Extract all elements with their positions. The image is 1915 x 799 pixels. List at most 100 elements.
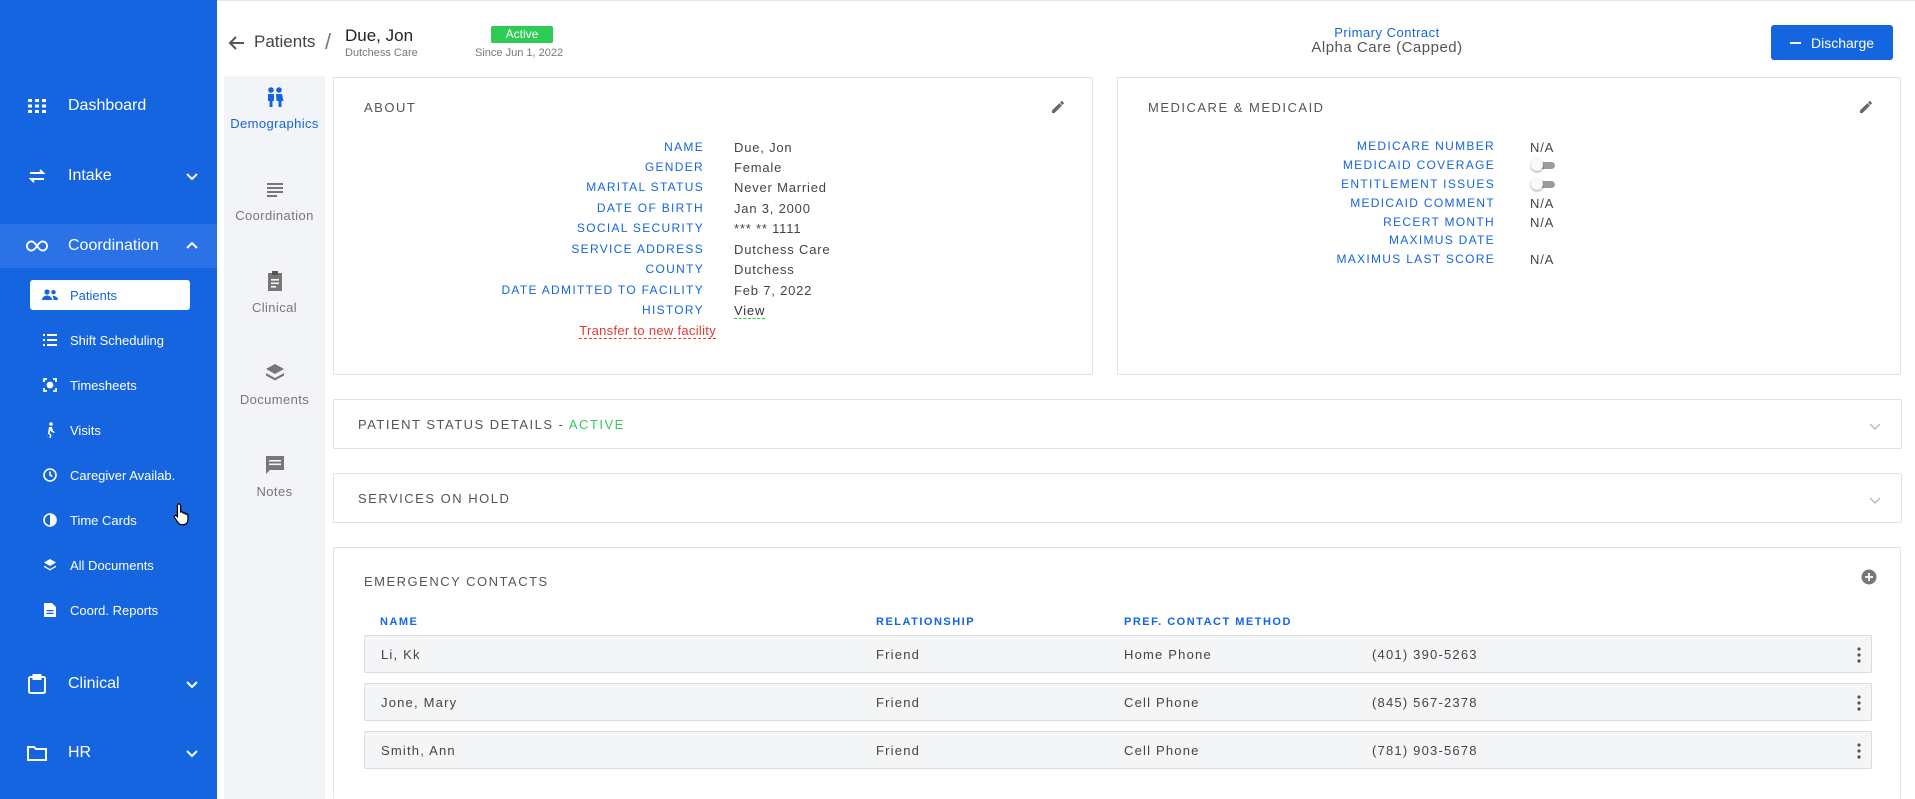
field-label: SERVICE ADDRESS [571, 242, 704, 256]
transfer-facility-link[interactable]: Transfer to new facility [579, 323, 716, 339]
field-value: N/A [1530, 140, 1555, 155]
list-icon [42, 332, 58, 348]
contact-phone: (845) 567-2378 [1372, 695, 1478, 710]
field-label: NAME [664, 140, 704, 154]
patient-status-accordion[interactable]: PATIENT STATUS DETAILS - ACTIVE [333, 399, 1902, 449]
history-view-link[interactable]: View [734, 303, 766, 319]
field-value: Feb 7, 2022 [734, 283, 813, 298]
discharge-label: Discharge [1810, 34, 1875, 51]
sidebar-item-coordination[interactable]: Coordination [0, 224, 217, 268]
tab-coordination[interactable]: Coordination [224, 178, 325, 223]
tab-label: Documents [239, 392, 310, 407]
primary-contract-label: Primary Contract [1334, 25, 1440, 40]
field-label: DATE OF BIRTH [596, 201, 704, 215]
contact-method: Home Phone [1124, 647, 1212, 662]
folder-icon [26, 742, 48, 764]
sidebar-item-label: Intake [68, 167, 112, 184]
patient-subnav: Demographics Coordination Clinical Docum… [224, 76, 325, 799]
swap-icon [26, 165, 48, 187]
chevron-down-icon [186, 750, 198, 758]
sidebar-sub-all-documents[interactable]: All Documents [30, 550, 190, 580]
clipboard-icon [26, 673, 48, 695]
table-row[interactable]: Jone, Mary Friend Cell Phone (845) 567-2… [364, 683, 1872, 721]
more-options-icon[interactable] [1857, 695, 1861, 711]
layers-icon [42, 557, 58, 573]
sidebar-sub-coord-reports[interactable]: Coord. Reports [30, 595, 190, 625]
contact-name: Smith, Ann [381, 743, 456, 758]
tab-documents[interactable]: Documents [224, 362, 325, 407]
field-label: RECERT MONTH [1383, 215, 1495, 229]
services-on-hold-accordion[interactable]: SERVICES ON HOLD [333, 473, 1902, 523]
tab-label: Coordination [235, 208, 314, 223]
field-value: Never Married [734, 180, 827, 195]
clipboard-icon [267, 271, 282, 291]
sidebar-sub-time-cards[interactable]: Time Cards [30, 505, 190, 535]
chevron-down-icon [186, 173, 198, 181]
edit-icon[interactable] [1050, 99, 1066, 115]
sidebar-sub-label: Timesheets [70, 377, 137, 393]
clock-icon [42, 467, 58, 483]
add-contact-icon[interactable] [1861, 569, 1877, 585]
status-badge: Active [491, 26, 553, 43]
contact-relationship: Friend [876, 647, 921, 662]
sidebar-item-label: Clinical [68, 675, 120, 692]
more-options-icon[interactable] [1857, 647, 1861, 663]
field-label: HISTORY [641, 303, 704, 317]
field-label: SOCIAL SECURITY [576, 221, 704, 235]
tab-demographics[interactable]: Demographics [224, 86, 325, 131]
patient-name: Due, Jon [345, 26, 414, 45]
field-value: N/A [1530, 252, 1555, 267]
primary-contract-value: Alpha Care (Capped) [1311, 39, 1463, 56]
grid-icon [26, 95, 48, 117]
medicare-title: MEDICARE & MEDICAID [1148, 100, 1325, 115]
status-active-label: ACTIVE [568, 417, 625, 432]
report-icon [42, 602, 58, 618]
field-label: MEDICAID COVERAGE [1342, 158, 1495, 172]
sidebar-item-clinical[interactable]: Clinical [0, 666, 217, 702]
tab-clinical[interactable]: Clinical [224, 270, 325, 315]
more-options-icon[interactable] [1857, 743, 1861, 759]
contact-method: Cell Phone [1124, 743, 1200, 758]
contact-relationship: Friend [876, 743, 921, 758]
contact-phone: (401) 390-5263 [1372, 647, 1478, 662]
contact-relationship: Friend [876, 695, 921, 710]
edit-icon[interactable] [1858, 99, 1874, 115]
contact-method: Cell Phone [1124, 695, 1200, 710]
sidebar-sub-timesheets[interactable]: Timesheets [30, 370, 190, 400]
entitlement-issues-toggle[interactable] [1531, 178, 1555, 190]
sidebar-item-intake[interactable]: Intake [0, 158, 217, 194]
back-arrow-icon[interactable] [227, 33, 247, 53]
chevron-down-icon [1869, 497, 1881, 505]
sidebar-sub-label: Coord. Reports [70, 602, 159, 618]
sidebar-sub-label: Caregiver Availab. [70, 467, 176, 483]
table-row[interactable]: Smith, Ann Friend Cell Phone (781) 903-5… [364, 731, 1872, 769]
chevron-down-icon [186, 681, 198, 689]
sidebar-sub-patients[interactable]: Patients [30, 280, 190, 310]
infinity-icon [26, 235, 48, 257]
medicaid-coverage-toggle[interactable] [1531, 159, 1555, 171]
tab-label: Demographics [230, 116, 319, 131]
sidebar-sub-label: Visits [70, 422, 101, 438]
about-title: ABOUT [364, 100, 417, 115]
sidebar-item-label: HR [68, 744, 92, 761]
breadcrumb-patients[interactable]: Patients [254, 32, 315, 52]
status-since: Since Jun 1, 2022 [475, 47, 564, 59]
about-card: ABOUT NAME Due, Jon GENDER Female MARITA… [333, 77, 1093, 375]
layers-icon [265, 364, 284, 381]
walk-icon [42, 422, 58, 438]
sidebar-sub-label: All Documents [70, 557, 154, 573]
sidebar-item-hr[interactable]: HR [0, 735, 217, 771]
scan-icon [42, 377, 58, 393]
field-label: MAXIMUS LAST SCORE [1336, 252, 1495, 266]
field-label: COUNTY [645, 262, 704, 276]
sidebar-sub-shift-scheduling[interactable]: Shift Scheduling [30, 325, 190, 355]
sidebar-sub-caregiver-availability[interactable]: Caregiver Availab. [30, 460, 190, 490]
contact-name: Jone, Mary [381, 695, 458, 710]
medicare-card: MEDICARE & MEDICAID MEDICARE NUMBER N/A … [1117, 77, 1901, 375]
tab-label: Notes [256, 484, 293, 499]
table-row[interactable]: Li, Kk Friend Home Phone (401) 390-5263 [364, 635, 1872, 673]
sidebar-item-dashboard[interactable]: Dashboard [0, 88, 217, 124]
sidebar-sub-visits[interactable]: Visits [30, 415, 190, 445]
tab-notes[interactable]: Notes [224, 454, 325, 499]
discharge-button[interactable]: Discharge [1771, 25, 1893, 60]
